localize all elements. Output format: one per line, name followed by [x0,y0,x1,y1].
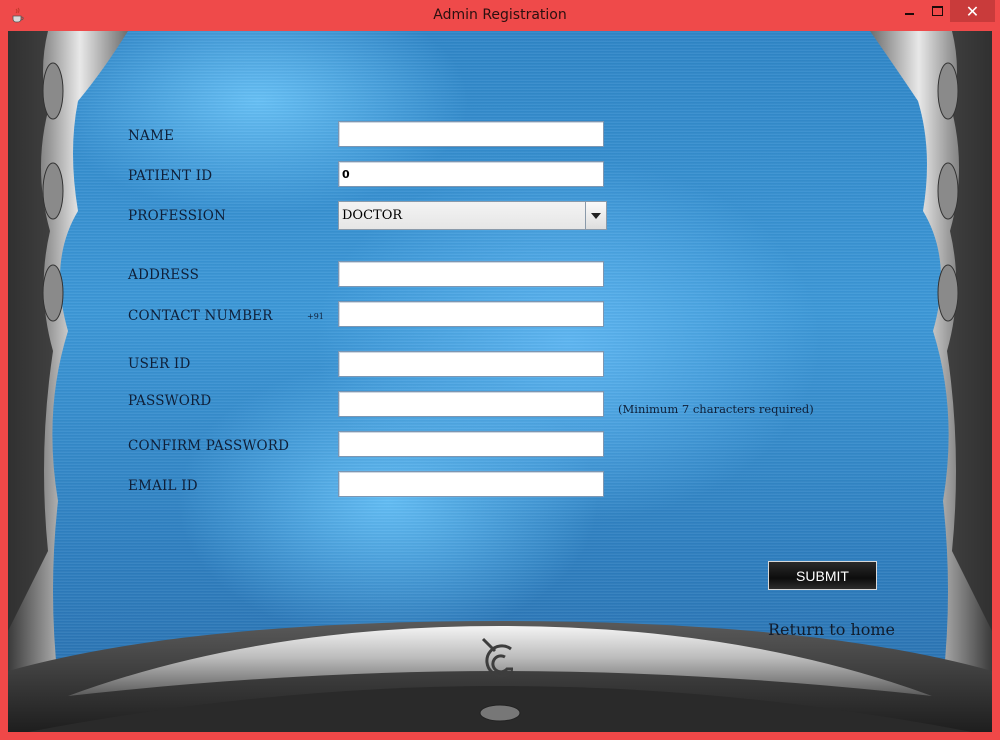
chevron-down-icon[interactable] [585,202,606,229]
confirm-password-label: CONFIRM PASSWORD [128,438,290,454]
password-label: PASSWORD [128,393,212,409]
patient-id-label: PATIENT ID [128,168,213,184]
profession-dropdown[interactable]: DOCTOR [338,201,607,230]
email-id-label: EMAIL ID [128,478,198,494]
contact-number-label: CONTACT NUMBER [128,308,273,324]
maximize-icon [931,6,943,16]
return-to-home-link[interactable]: Return to home [768,620,895,639]
patient-id-input[interactable] [338,161,604,187]
user-id-input[interactable] [338,351,604,377]
close-button[interactable]: ✕ [950,0,995,22]
close-icon: ✕ [965,1,980,21]
minimize-icon [904,13,914,15]
maximize-button[interactable] [924,0,950,22]
password-input[interactable] [338,391,604,417]
profession-selected-value: DOCTOR [342,208,403,223]
profession-label: PROFESSION [128,208,227,224]
name-input[interactable] [338,121,604,147]
window-title: Admin Registration [433,7,567,23]
submit-button[interactable]: SUBMIT [768,561,877,590]
confirm-password-input[interactable] [338,431,604,457]
user-id-label: USER ID [128,356,191,372]
name-label: NAME [128,128,175,144]
address-input[interactable] [338,261,604,287]
registration-panel: NAME PATIENT ID PROFESSION DOCTOR ADDRES… [8,31,992,732]
minimize-button[interactable] [896,0,922,22]
address-label: ADDRESS [128,267,200,283]
title-bar[interactable]: Admin Registration ✕ [0,0,1000,31]
password-hint: (Minimum 7 characters required) [618,402,814,416]
email-id-input[interactable] [338,471,604,497]
contact-number-input[interactable] [338,301,604,327]
country-code-prefix: +91 [307,312,324,321]
